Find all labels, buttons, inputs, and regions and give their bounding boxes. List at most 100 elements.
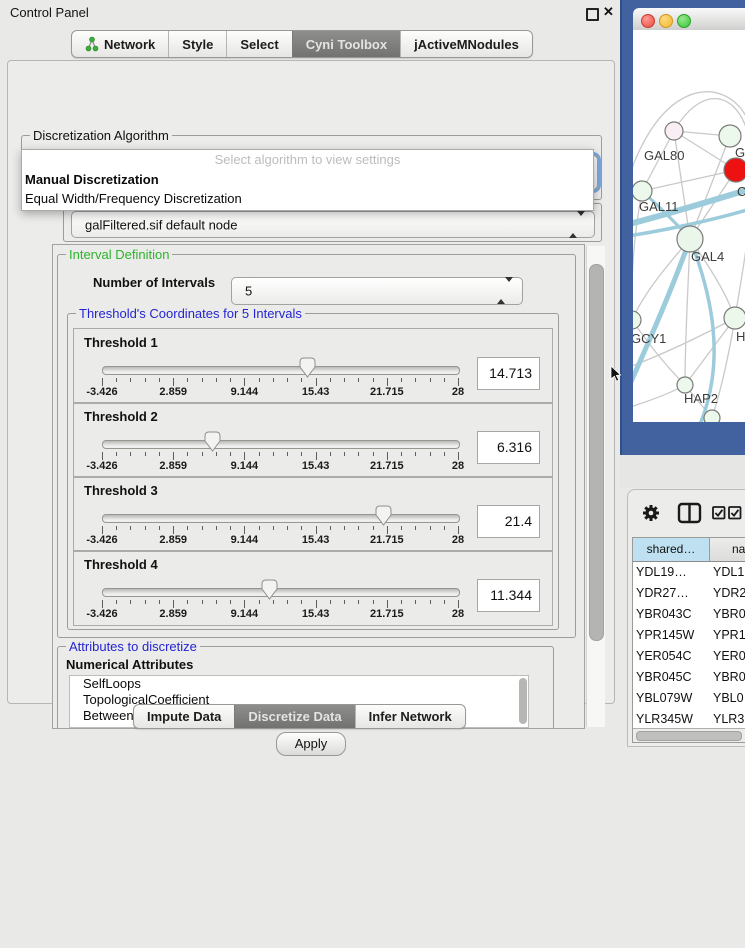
right-edge-node[interactable]	[724, 307, 745, 329]
network-canvas[interactable]: GAL80GACGAL11GAL4GCY1HHAP2	[633, 30, 745, 422]
table-row[interactable]: YBR043C YBR0	[633, 604, 745, 625]
slider-track[interactable]	[102, 514, 460, 523]
slider-tick	[316, 526, 317, 534]
cell-shared-name[interactable]: YBL079W	[636, 688, 692, 709]
cell-shared-name[interactable]: YBR043C	[636, 604, 692, 625]
cell-shared-name[interactable]: YPR145W	[636, 625, 694, 646]
cell-name[interactable]: YBR0	[713, 667, 745, 688]
slider-scale-label: -3.426	[86, 534, 117, 546]
tab-infer-network[interactable]: Infer Network	[355, 705, 465, 728]
panel-scrollbar[interactable]	[586, 246, 605, 727]
cell-shared-name[interactable]: YER054C	[636, 646, 692, 667]
tab-cyni-toolbox[interactable]: Cyni Toolbox	[292, 31, 400, 57]
slider-scale-label: -3.426	[86, 386, 117, 398]
close-traffic-light-icon[interactable]	[641, 14, 655, 28]
list-scrollbar-thumb[interactable]	[519, 678, 527, 724]
threshold-value-field[interactable]: 21.4	[477, 505, 540, 538]
table-row[interactable]: YBR045C YBR0	[633, 667, 745, 688]
float-window-icon[interactable]	[586, 8, 599, 21]
slider-tick	[387, 378, 388, 386]
split-columns-icon[interactable]	[677, 502, 702, 524]
table-row[interactable]: YER054C YER0	[633, 646, 745, 667]
number-of-intervals-combobox[interactable]: 5	[231, 277, 523, 305]
slider-tick	[116, 526, 117, 530]
slider-track[interactable]	[102, 366, 460, 375]
slider-scale-label: 15.43	[302, 460, 330, 472]
tab-select[interactable]: Select	[226, 31, 291, 57]
checkbox-checked-icon[interactable]	[712, 506, 726, 520]
threshold-value-field[interactable]: 14.713	[477, 357, 540, 390]
algorithm-option[interactable]: Manual Discretization	[22, 170, 593, 189]
slider-tick	[102, 452, 103, 460]
slider-tick	[430, 378, 431, 382]
table-data-combobox[interactable]: galFiltered.sif default node	[71, 211, 595, 238]
slider-scale-label: 2.859	[159, 608, 187, 620]
tab-discretize-data[interactable]: Discretize Data	[234, 705, 354, 728]
column-header-shared-name[interactable]: shared…	[633, 538, 710, 562]
minimize-traffic-light-icon[interactable]	[659, 14, 673, 28]
close-icon[interactable]: ✕	[603, 4, 614, 20]
cell-name[interactable]: YLR3	[713, 709, 744, 728]
slider-tick	[187, 600, 188, 604]
slider-scale-label: 15.43	[302, 534, 330, 546]
slider-thumb-icon	[204, 431, 221, 452]
slider-tick	[259, 378, 260, 382]
top-right-node[interactable]	[719, 125, 741, 147]
slider-track[interactable]	[102, 440, 460, 449]
selected-red-node[interactable]	[724, 158, 745, 182]
gal11-node[interactable]	[633, 181, 652, 201]
cell-name[interactable]: YBR0	[713, 604, 745, 625]
cell-shared-name[interactable]: YDR27…	[636, 583, 689, 604]
zoom-traffic-light-icon[interactable]	[677, 14, 691, 28]
tab-network[interactable]: Network	[72, 31, 168, 57]
tab-style[interactable]: Style	[168, 31, 226, 57]
table-horizontal-scrollbar-thumb[interactable]	[636, 731, 742, 741]
checkbox-checked-icon[interactable]	[728, 506, 742, 520]
table-row[interactable]: YDL19… YDL1	[633, 562, 745, 583]
slider-tick	[344, 378, 345, 382]
slider-thumb[interactable]	[299, 357, 316, 383]
tab-impute-data[interactable]: Impute Data	[134, 705, 234, 728]
tab-label: jActiveMNodules	[414, 37, 519, 52]
column-header-name[interactable]: na	[710, 538, 745, 562]
gcy1-node[interactable]	[633, 311, 641, 329]
network-window-titlebar	[633, 8, 745, 31]
table-row[interactable]: YDR27… YDR2	[633, 583, 745, 604]
cell-name[interactable]: YDL1	[713, 562, 744, 583]
table-horizontal-scrollbar[interactable]	[633, 728, 745, 742]
slider-tick	[316, 600, 317, 608]
threshold-label: Threshold 1	[84, 335, 158, 350]
slider-scale-label: 21.715	[370, 534, 404, 546]
gal80-node[interactable]	[665, 122, 683, 140]
gear-icon[interactable]	[641, 503, 661, 523]
slider-thumb[interactable]	[261, 579, 278, 605]
threshold-value-field[interactable]: 11.344	[477, 579, 540, 612]
table-row[interactable]: YBL079W YBL0	[633, 688, 745, 709]
threshold-row: Threshold 1-3.4262.8599.14415.4321.71528…	[73, 328, 553, 404]
cell-shared-name[interactable]: YDL19…	[636, 562, 687, 583]
cell-name[interactable]: YDR2	[713, 583, 745, 604]
slider-track[interactable]	[102, 588, 460, 597]
slider-tick	[344, 526, 345, 530]
slider-thumb[interactable]	[375, 505, 392, 531]
bottom-node[interactable]	[704, 410, 720, 422]
cell-name[interactable]: YPR1	[713, 625, 745, 646]
apply-button[interactable]: Apply	[276, 732, 346, 756]
slider-tick	[358, 378, 359, 382]
attribute-list-item[interactable]: SelfLoops	[70, 676, 528, 692]
combo-stepper-icon	[497, 282, 513, 300]
slider-thumb[interactable]	[204, 431, 221, 457]
threshold-value-field[interactable]: 6.316	[477, 431, 540, 464]
table-row[interactable]: YPR145W YPR1	[633, 625, 745, 646]
cell-shared-name[interactable]: YBR045C	[636, 667, 692, 688]
table-row[interactable]: YLR345W YLR3	[633, 709, 745, 728]
panel-scrollbar-thumb[interactable]	[589, 264, 604, 641]
cell-shared-name[interactable]: YLR345W	[636, 709, 693, 728]
cell-name[interactable]: YER0	[713, 646, 745, 667]
threshold-row: Threshold 3-3.4262.8599.14415.4321.71528…	[73, 476, 553, 552]
cell-name[interactable]: YBL0	[713, 688, 744, 709]
algorithm-option[interactable]: Equal Width/Frequency Discretization	[22, 189, 593, 208]
number-of-intervals-label: Number of Intervals	[93, 275, 215, 290]
tab-jactivemnodules[interactable]: jActiveMNodules	[400, 31, 532, 57]
slider-tick	[130, 452, 131, 456]
